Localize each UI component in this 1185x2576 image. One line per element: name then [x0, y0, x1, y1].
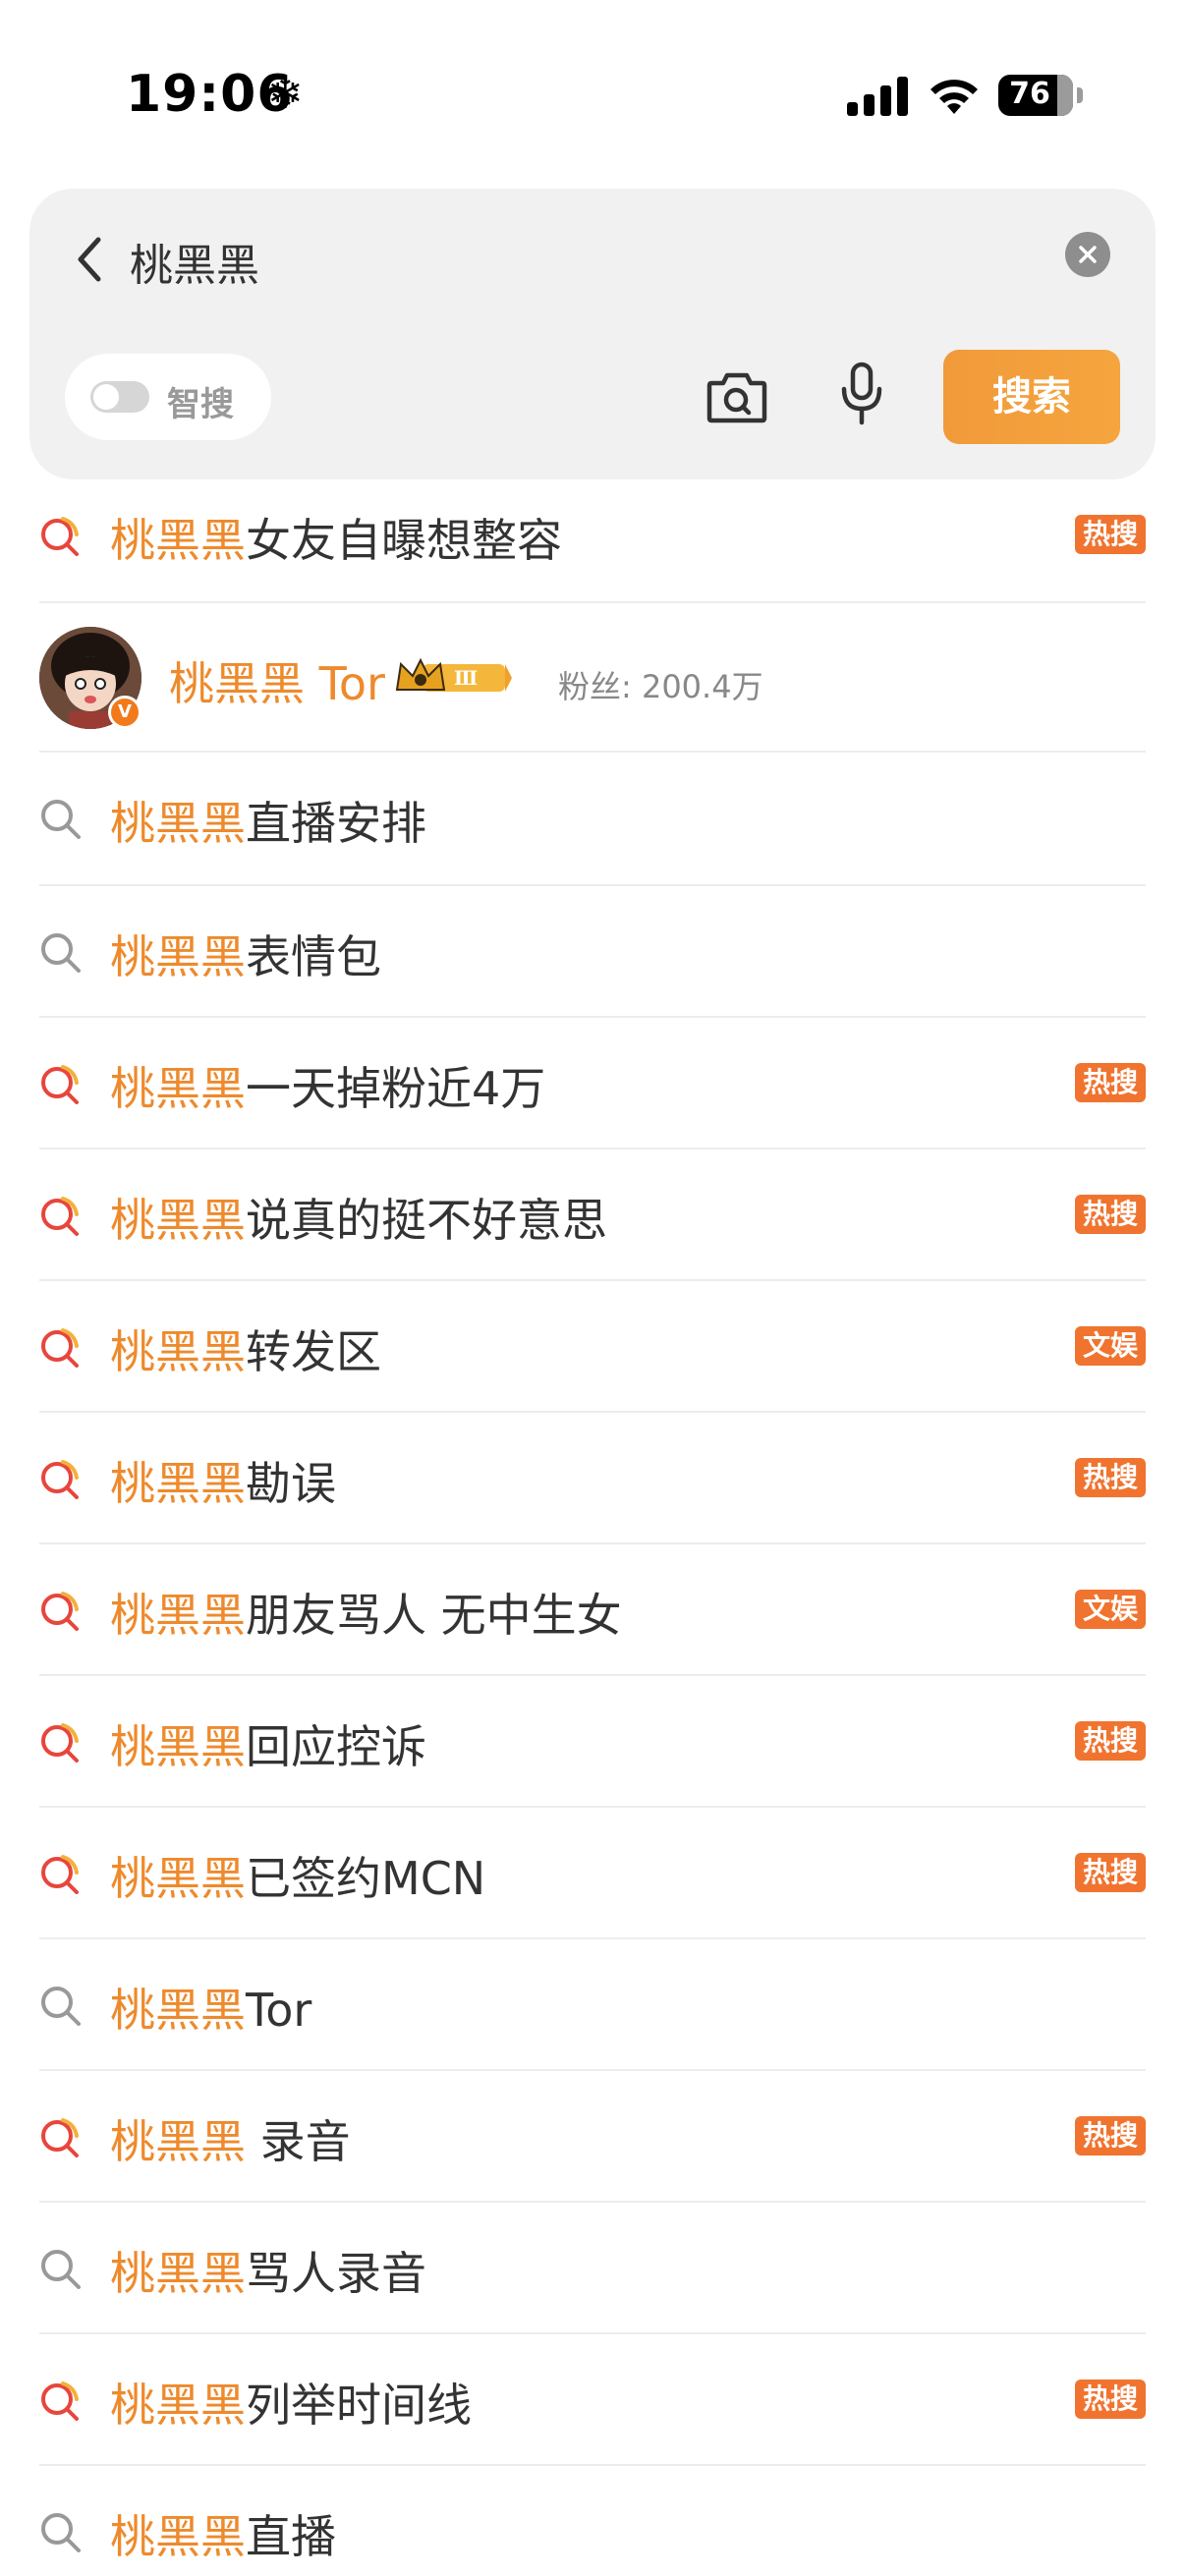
search-icon	[41, 800, 81, 839]
suggestion-row[interactable]: 桃黑黑说真的挺不好意思 热搜	[39, 1149, 1146, 1281]
search-icon	[41, 1987, 81, 2026]
suggestion-text: 桃黑黑骂人录音	[110, 2247, 426, 2300]
search-icon	[41, 2513, 81, 2552]
suggestion-text: 桃黑黑表情包	[110, 930, 381, 983]
hot-badge: 热搜	[1075, 1458, 1146, 1497]
battery-level: 76	[1009, 77, 1050, 111]
search-button[interactable]: 搜索	[943, 350, 1120, 444]
hot-search-icon	[41, 517, 79, 556]
hot-badge: 热搜	[1075, 1721, 1146, 1761]
suggestion-text: 桃黑黑直播	[110, 2510, 336, 2563]
suggestion-row[interactable]: 桃黑黑女友自曝想整容 热搜	[39, 479, 1146, 603]
suggestion-row[interactable]: 桃黑黑直播安排	[39, 753, 1146, 886]
suggestion-row[interactable]: 桃黑黑已签约MCN 热搜	[39, 1808, 1146, 1939]
search-panel: 桃黑黑 智搜 搜索	[29, 189, 1156, 479]
hot-search-icon	[41, 1723, 79, 1763]
hot-search-icon	[41, 1855, 79, 1894]
suggestion-text: 桃黑黑直播安排	[110, 797, 426, 850]
suggestion-text: 桃黑黑勘误	[110, 1457, 336, 1510]
suggestion-text: 桃黑黑女友自曝想整容	[110, 514, 562, 567]
suggestion-row[interactable]: 桃黑黑 录音 热搜	[39, 2071, 1146, 2203]
clear-icon[interactable]	[1065, 232, 1110, 277]
suggestion-text: 桃黑黑列举时间线	[110, 2379, 472, 2432]
status-bar: 19:06 ❄ 76	[0, 0, 1185, 187]
crown-level-badge-icon: Ⅲ	[395, 657, 512, 692]
search-icon	[41, 933, 81, 973]
hot-badge: 热搜	[1075, 1195, 1146, 1234]
back-icon[interactable]	[69, 230, 112, 289]
hot-search-icon	[41, 2381, 79, 2421]
suggestion-text: 桃黑黑 录音	[110, 2115, 351, 2168]
suggestion-text: 桃黑黑说真的挺不好意思	[110, 1194, 607, 1247]
suggestion-text: 桃黑黑回应控诉	[110, 1720, 426, 1773]
hot-badge: 热搜	[1075, 2380, 1146, 2419]
toggle-switch[interactable]	[90, 381, 149, 413]
hot-search-icon	[41, 1065, 79, 1104]
smart-search-label: 智搜	[167, 385, 234, 424]
suggestion-row[interactable]: 桃黑黑朋友骂人 无中生女 文娱	[39, 1544, 1146, 1676]
user-result-row[interactable]: V 桃黑黑 Tor Ⅲ 粉丝: 200.4万	[39, 603, 1146, 753]
suggestion-row[interactable]: 桃黑黑转发区 文娱	[39, 1281, 1146, 1413]
hot-badge: 热搜	[1075, 1063, 1146, 1102]
cellular-signal-icon	[847, 77, 908, 116]
entertainment-badge: 文娱	[1075, 1326, 1146, 1366]
suggestion-row[interactable]: 桃黑黑列举时间线 热搜	[39, 2334, 1146, 2466]
suggestion-text: 桃黑黑已签约MCN	[110, 1852, 486, 1905]
hot-badge: 热搜	[1075, 1853, 1146, 1892]
suggestion-text: 桃黑黑Tor	[110, 1984, 312, 2037]
search-input[interactable]: 桃黑黑	[130, 230, 259, 293]
smart-search-toggle[interactable]: 智搜	[65, 354, 271, 440]
user-name: 桃黑黑 Tor	[169, 657, 385, 710]
suggestion-row[interactable]: 桃黑黑一天掉粉近4万 热搜	[39, 1018, 1146, 1149]
search-icon	[41, 2250, 81, 2289]
suggestion-row[interactable]: 桃黑黑表情包	[39, 886, 1146, 1018]
suggestion-row[interactable]: 桃黑黑Tor	[39, 1939, 1146, 2071]
hot-badge: 热搜	[1075, 2116, 1146, 2156]
suggestion-text: 桃黑黑朋友骂人 无中生女	[110, 1589, 622, 1642]
suggestion-row[interactable]: 桃黑黑骂人录音	[39, 2203, 1146, 2334]
hot-search-icon	[41, 1592, 79, 1631]
svg-text:Ⅲ: Ⅲ	[454, 666, 478, 690]
hot-search-icon	[41, 2118, 79, 2157]
wifi-icon	[931, 80, 978, 114]
verified-badge-icon: V	[108, 696, 141, 729]
camera-icon[interactable]	[705, 367, 768, 426]
snowflake-icon: ❄	[267, 69, 304, 119]
suggestion-row[interactable]: 桃黑黑勘误 热搜	[39, 1413, 1146, 1544]
hot-badge: 热搜	[1075, 515, 1146, 554]
suggestion-row[interactable]: 桃黑黑直播	[39, 2466, 1146, 2576]
hot-search-icon	[41, 1197, 79, 1236]
hot-search-icon	[41, 1460, 79, 1499]
battery-icon: 76	[998, 75, 1083, 116]
entertainment-badge: 文娱	[1075, 1590, 1146, 1629]
follower-count: 粉丝: 200.4万	[558, 668, 763, 705]
suggestion-text: 桃黑黑转发区	[110, 1325, 381, 1378]
microphone-icon[interactable]	[837, 362, 886, 426]
suggestion-row[interactable]: 桃黑黑回应控诉 热搜	[39, 1676, 1146, 1808]
suggestion-text: 桃黑黑一天掉粉近4万	[110, 1062, 546, 1115]
hot-search-icon	[41, 1328, 79, 1368]
